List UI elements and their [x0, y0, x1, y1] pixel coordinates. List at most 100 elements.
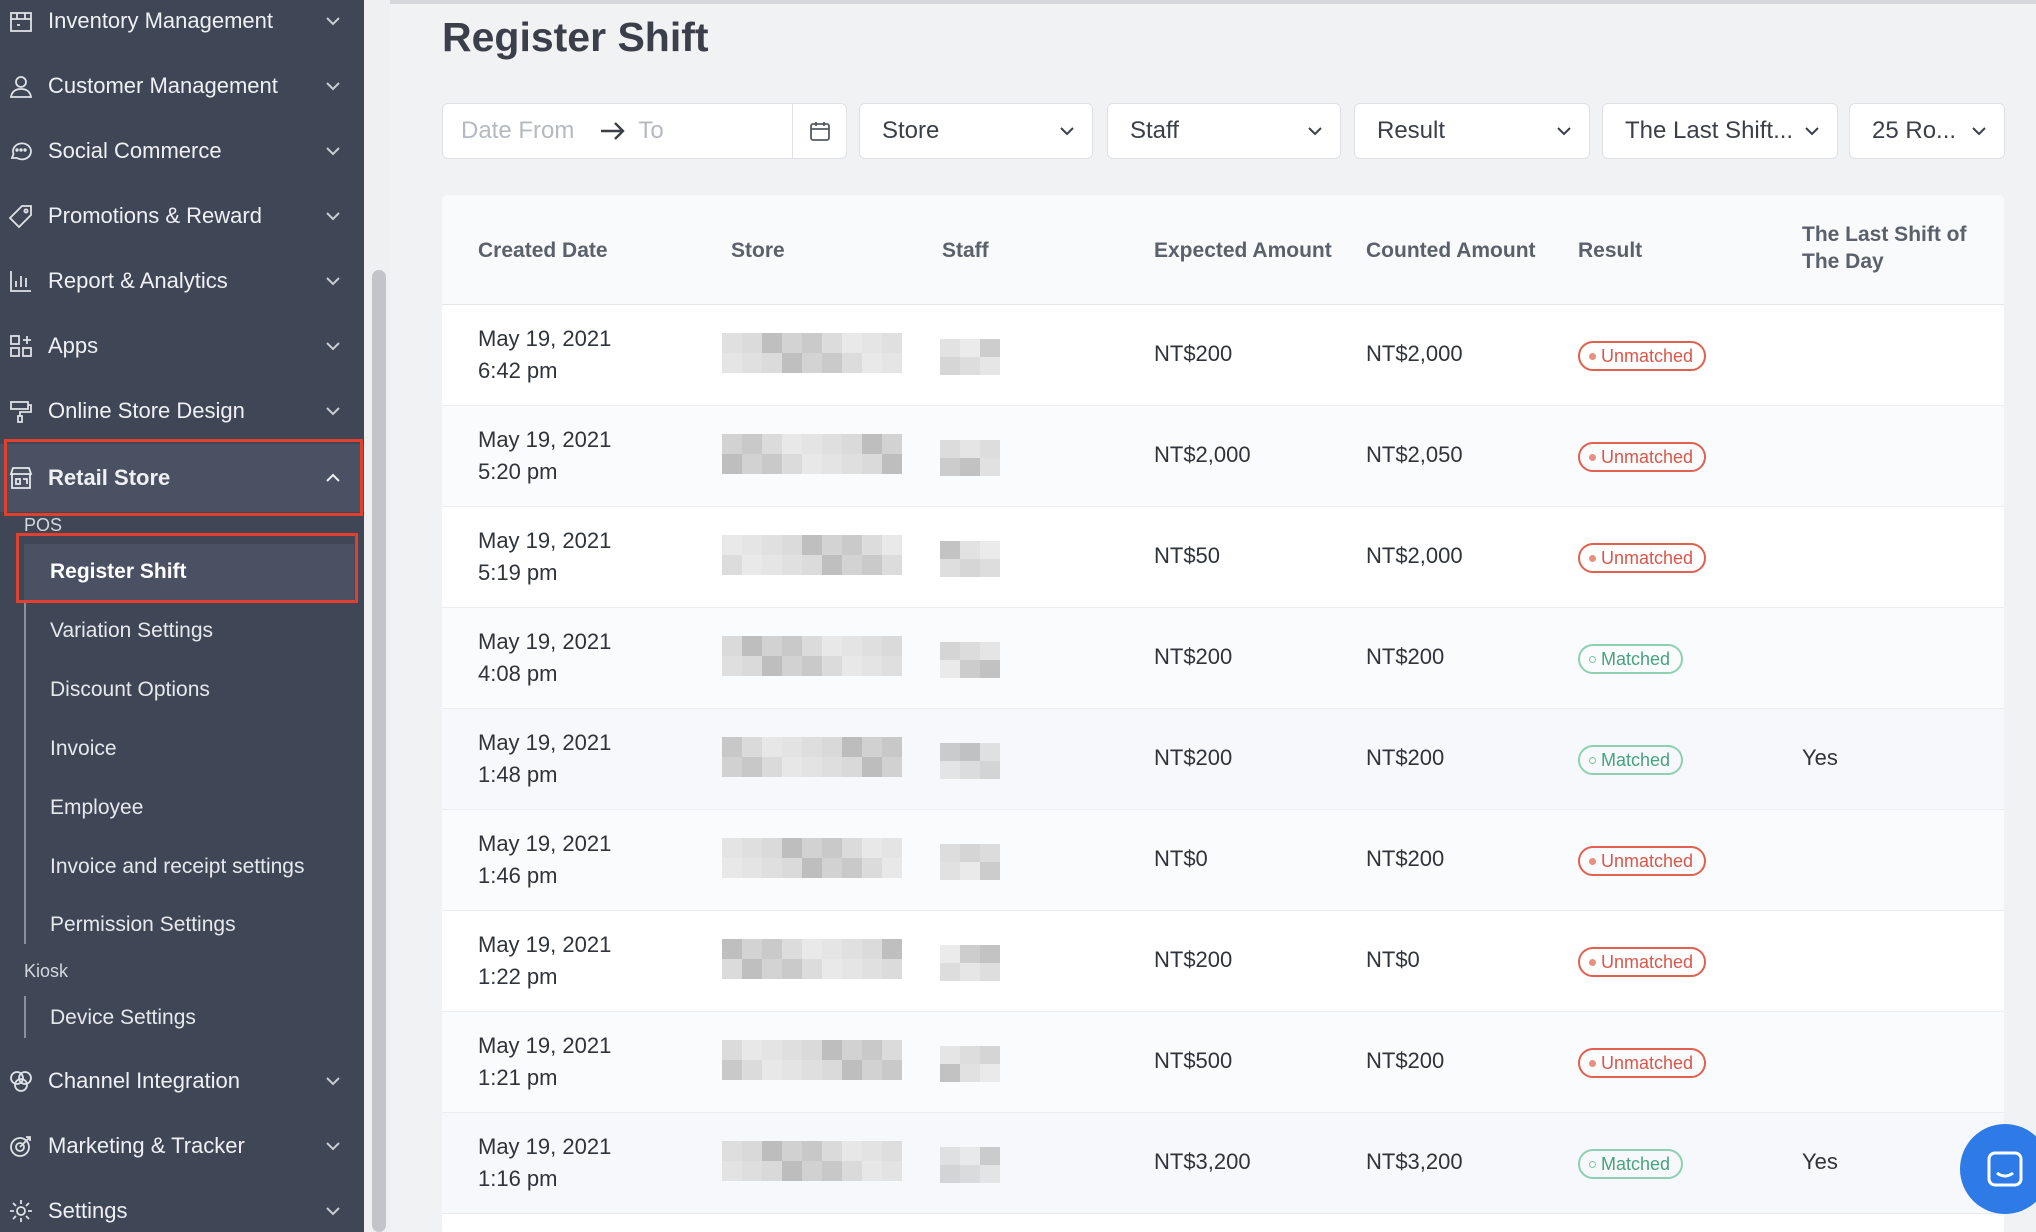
- counted-amount-cell: NT$3,200: [1366, 1149, 1463, 1174]
- sidebar-item-discount-options[interactable]: Discount Options: [50, 662, 350, 718]
- nav-item-label: Customer Management: [48, 73, 278, 98]
- staff-filter-value: Staff: [1130, 117, 1179, 144]
- nav-item-channel-integration[interactable]: Channel Integration: [0, 1049, 364, 1113]
- calendar-button[interactable]: [792, 104, 846, 158]
- created-time: 5:19 pm: [478, 560, 558, 585]
- sidebar-item-device-settings[interactable]: Device Settings: [50, 990, 350, 1046]
- result-status-label: Unmatched: [1601, 951, 1694, 972]
- created-date: May 19, 2021: [478, 528, 612, 553]
- date-range-filter[interactable]: Date From To: [442, 103, 847, 159]
- header-staff[interactable]: Staff: [942, 237, 989, 264]
- created-date: May 19, 2021: [478, 932, 612, 957]
- header-created-date[interactable]: Created Date: [478, 237, 608, 264]
- nav-item-customer-management[interactable]: Customer Management: [0, 54, 364, 118]
- table-row[interactable]: May 19, 2021 1:16 pm NT$3,200 NT$3,200 Match…: [442, 1113, 2004, 1214]
- sidebar-item-invoice[interactable]: Invoice: [50, 721, 350, 777]
- result-status-badge: Unmatched: [1578, 947, 1707, 977]
- rows-per-page-value: 25 Ro...: [1872, 117, 1957, 144]
- last-shift-filter-select[interactable]: The Last Shift...: [1602, 103, 1838, 159]
- sidebar-item-permission-settings[interactable]: Permission Settings: [50, 897, 350, 953]
- header-result[interactable]: Result: [1578, 237, 1642, 264]
- rows-per-page-select[interactable]: 25 Ro...: [1849, 103, 2005, 159]
- created-date: May 19, 2021: [478, 1033, 612, 1058]
- chevron-down-icon: [326, 147, 340, 156]
- nav-item-label: Inventory Management: [48, 8, 274, 33]
- created-time: 5:20 pm: [478, 459, 558, 484]
- bar-chart-icon: [10, 271, 31, 292]
- counted-amount-cell: NT$200: [1366, 745, 1445, 770]
- main-content: Register Shift Date From To Store Staff …: [390, 0, 2036, 1232]
- chevron-down-icon: [326, 1077, 340, 1086]
- chevron-down-icon: [1060, 127, 1074, 136]
- table-row[interactable]: May 19, 2021 1:46 pm NT$0 NT$200 Unmatched: [442, 810, 2004, 911]
- chevron-down-icon: [326, 17, 340, 26]
- nav-item-label: Promotions & Reward: [48, 203, 262, 228]
- result-status-badge: Matched: [1578, 1149, 1684, 1179]
- channel-icon: [10, 1071, 32, 1092]
- table-row[interactable]: May 19, 2021 5:20 pm NT$2,000 NT$2,050 Unmat…: [442, 406, 2004, 507]
- header-last-shift-of-day[interactable]: The Last Shift of The Day: [1802, 221, 1967, 275]
- created-date: May 19, 2021: [478, 1134, 612, 1159]
- result-status-label: Matched: [1601, 648, 1671, 669]
- sidebar-item-variation-settings[interactable]: Variation Settings: [50, 603, 350, 659]
- result-status-badge: Unmatched: [1578, 442, 1707, 472]
- status-dot-icon: [1589, 1160, 1596, 1168]
- sidebar-scrollbar-thumb[interactable]: [372, 270, 386, 1232]
- staff-filter-select[interactable]: Staff: [1107, 103, 1341, 159]
- nav-item-report-analytics[interactable]: Report & Analytics: [0, 249, 364, 313]
- nav-item-label: Social Commerce: [48, 138, 222, 163]
- date-from-placeholder: Date From: [461, 117, 575, 144]
- nav-item-label: Marketing & Tracker: [48, 1133, 245, 1158]
- table-row[interactable]: May 19, 2021 1:22 pm NT$200 NT$0 Unmatched: [442, 911, 2004, 1012]
- kiosk-tree-line: [24, 996, 26, 1038]
- nav-item-settings[interactable]: Settings: [0, 1179, 364, 1232]
- last-shift-cell: Yes: [1802, 1149, 1838, 1174]
- top-divider: [390, 0, 2036, 4]
- result-filter-select[interactable]: Result: [1354, 103, 1590, 159]
- result-status-badge: Unmatched: [1578, 1048, 1707, 1078]
- nav-item-inventory-management[interactable]: Inventory Management: [0, 0, 364, 53]
- nav-item-online-store-design[interactable]: Online Store Design: [0, 379, 364, 443]
- expected-amount-cell: NT$500: [1154, 1048, 1233, 1073]
- chevron-down-icon: [1972, 127, 1986, 136]
- result-status-badge: Unmatched: [1578, 846, 1707, 876]
- counted-amount-cell: NT$200: [1366, 644, 1445, 669]
- created-date: May 19, 2021: [478, 730, 612, 755]
- chevron-down-icon: [326, 277, 340, 286]
- header-counted-amount[interactable]: Counted Amount: [1366, 237, 1536, 264]
- register-shift-table: Created Date Store Staff Expected Amount…: [442, 195, 2004, 1232]
- created-date: May 19, 2021: [478, 326, 612, 351]
- header-last-shift-line-2: The Day: [1802, 250, 1884, 273]
- result-status-badge: Unmatched: [1578, 543, 1707, 573]
- nav-item-social-commerce[interactable]: Social Commerce: [0, 119, 364, 183]
- nav-item-promotions-reward[interactable]: Promotions & Reward: [0, 184, 364, 248]
- table-row[interactable]: May 19, 2021 1:21 pm NT$500 NT$200 Unmatched: [442, 1012, 2004, 1113]
- result-status-badge: Unmatched: [1578, 341, 1707, 371]
- created-date-cell: May 19, 2021 1:16 pm: [478, 1131, 611, 1195]
- table-row[interactable]: May 19, 2021 6:42 pm NT$200 NT$2,000 Unmatch…: [442, 305, 2004, 406]
- table-row[interactable]: May 19, 2021 5:19 pm NT$50 NT$2,000 Unmatche…: [442, 507, 2004, 608]
- nav-item-apps[interactable]: Apps: [0, 314, 364, 378]
- date-to-placeholder: To: [638, 117, 664, 144]
- sidebar-item-employee[interactable]: Employee: [50, 780, 350, 836]
- store-filter-select[interactable]: Store: [859, 103, 1093, 159]
- header-expected-amount[interactable]: Expected Amount: [1154, 237, 1332, 264]
- expected-amount-cell: NT$200: [1154, 644, 1233, 669]
- nav-item-label: Report & Analytics: [48, 268, 228, 293]
- table-row[interactable]: May 19, 2021 1:48 pm NT$200 NT$200 Matched Ye…: [442, 709, 2004, 810]
- counted-amount-cell: NT$2,000: [1366, 341, 1463, 366]
- store-filter-value: Store: [882, 117, 940, 144]
- result-status-badge: Matched: [1578, 644, 1684, 674]
- header-store[interactable]: Store: [731, 237, 785, 264]
- counted-amount-cell: NT$2,050: [1366, 442, 1463, 467]
- sidebar-item-invoice-receipt-settings[interactable]: Invoice and receipt settings: [50, 839, 350, 895]
- table-row[interactable]: May 19, 2021 4:08 pm NT$200 NT$200 Matched: [442, 608, 2004, 709]
- result-status-label: Unmatched: [1601, 446, 1694, 467]
- nav-item-marketing-tracker[interactable]: Marketing & Tracker: [0, 1114, 364, 1178]
- result-status-label: Unmatched: [1601, 850, 1694, 871]
- created-date-cell: May 19, 2021 1:21 pm: [478, 1030, 611, 1094]
- status-dot-icon: [1589, 958, 1596, 966]
- chevron-down-icon: [1805, 127, 1819, 136]
- arrow-right-icon: [601, 122, 626, 140]
- expected-amount-cell: NT$200: [1154, 947, 1233, 972]
